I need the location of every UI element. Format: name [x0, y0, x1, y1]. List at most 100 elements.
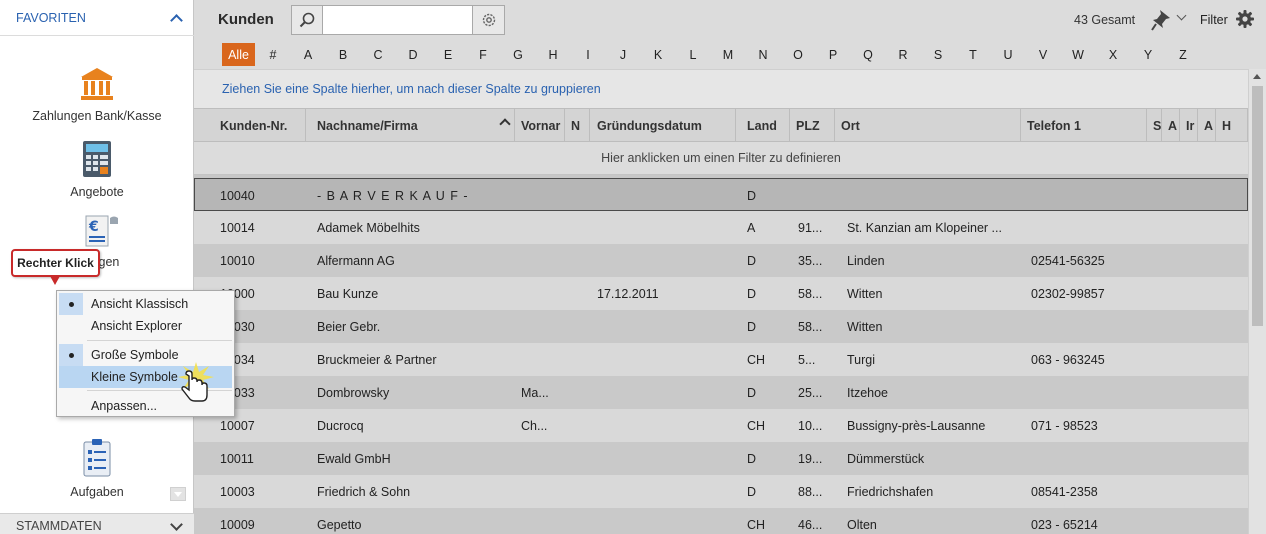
- page-title: Kunden: [218, 11, 274, 28]
- alphabet-filter-letter[interactable]: #: [259, 43, 287, 66]
- column-header[interactable]: S: [1147, 109, 1162, 142]
- toolbar: Kunden 43 Gesamt Filter: [194, 0, 1266, 40]
- alphabet-filter-letter[interactable]: G: [504, 43, 532, 66]
- alphabet-filter-letter[interactable]: I: [574, 43, 602, 66]
- context-menu-item[interactable]: Ansicht Explorer: [59, 315, 232, 337]
- column-header[interactable]: A: [1198, 109, 1216, 142]
- sort-ascending-icon[interactable]: [499, 118, 511, 130]
- column-header[interactable]: A: [1162, 109, 1180, 142]
- column-header[interactable]: Land: [741, 109, 790, 142]
- column-header[interactable]: Ir: [1180, 109, 1198, 142]
- column-header-label: H: [1222, 118, 1232, 133]
- column-header[interactable]: Gründungsdatum: [591, 109, 736, 142]
- bank-icon: [81, 68, 113, 100]
- sidebar-item-label: Angebote: [70, 185, 124, 199]
- alphabet-filter-letter[interactable]: O: [784, 43, 812, 66]
- cell-plz: 46...: [798, 517, 823, 532]
- stammdaten-section-header[interactable]: STAMMDATEN: [0, 513, 194, 534]
- sidebar-item-angebote[interactable]: Angebote: [0, 140, 194, 199]
- alphabet-filter-letter[interactable]: S: [924, 43, 952, 66]
- cell-land: CH: [747, 352, 766, 367]
- chevron-up-icon[interactable]: [171, 13, 181, 23]
- cell-plz: 25...: [798, 385, 823, 400]
- alphabet-filter-letter[interactable]: A: [294, 43, 322, 66]
- table-row[interactable]: 10010 Alfermann AG D 35... Linden 02541-56325: [194, 244, 1248, 277]
- search-input[interactable]: [324, 6, 472, 34]
- chevron-down-icon[interactable]: [171, 521, 181, 531]
- sidebar-item-label: Aufgaben: [70, 485, 124, 499]
- table-row[interactable]: 10007 Ducrocq Ch... CH 10... Bussigny-près-La…: [194, 409, 1248, 442]
- stammdaten-label: STAMMDATEN: [16, 519, 102, 533]
- alphabet-filter-letter[interactable]: B: [329, 43, 357, 66]
- column-header[interactable]: Kunden-Nr.: [214, 109, 306, 142]
- table-row-selected[interactable]: 10040 - B A R V E R K A U F - D: [194, 178, 1248, 211]
- cell-n: [571, 376, 591, 409]
- column-header[interactable]: H: [1216, 109, 1248, 142]
- table-row[interactable]: 10034 Bruckmeier & Partner CH 5... Turgi 063 …: [194, 343, 1248, 376]
- alphabet-filter-letter[interactable]: Z: [1169, 43, 1197, 66]
- filter-button[interactable]: Filter: [1200, 13, 1228, 27]
- cell-n: [571, 475, 591, 508]
- column-header[interactable]: Telefon 1: [1021, 109, 1147, 142]
- column-header[interactable]: PLZ: [790, 109, 835, 142]
- alphabet-filter-letter[interactable]: E: [434, 43, 462, 66]
- group-hint: Ziehen Sie eine Spalte hierher, um nach …: [222, 82, 601, 96]
- alphabet-filter-letter[interactable]: M: [714, 43, 742, 66]
- cell-plz: 88...: [798, 484, 823, 499]
- alphabet-filter-letter[interactable]: P: [819, 43, 847, 66]
- sidebar-item-aufgaben[interactable]: Aufgaben: [0, 438, 194, 499]
- alphabet-filter-letter[interactable]: T: [959, 43, 987, 66]
- alphabet-filter-letter[interactable]: N: [749, 43, 777, 66]
- alphabet-filter-letter[interactable]: Q: [854, 43, 882, 66]
- alphabet-filter-letter[interactable]: W: [1064, 43, 1092, 66]
- alphabet-filter-letter[interactable]: J: [609, 43, 637, 66]
- cell-name: Friedrich & Sohn: [317, 484, 411, 499]
- cell-kunden-nr: 10014: [220, 220, 255, 235]
- favorites-section-header[interactable]: FAVORITEN: [0, 0, 194, 36]
- column-header[interactable]: Ort: [835, 109, 1021, 142]
- context-menu-item[interactable]: Ansicht Klassisch: [59, 293, 232, 315]
- chevron-down-icon[interactable]: [1178, 14, 1186, 22]
- table-row[interactable]: 10011 Ewald GmbH D 19... Dümmerstück: [194, 442, 1248, 475]
- table-row[interactable]: 10000 Bau Kunze 17.12.2011 D 58... Witten 0230…: [194, 277, 1248, 310]
- alphabet-filter-letter[interactable]: F: [469, 43, 497, 66]
- column-header[interactable]: N: [565, 109, 590, 142]
- gear-icon[interactable]: [1236, 10, 1254, 28]
- table-row[interactable]: 10003 Friedrich & Sohn D 88... Friedrichshaf…: [194, 475, 1248, 508]
- cell-ort: Linden: [847, 253, 885, 268]
- search-button[interactable]: [292, 6, 323, 34]
- alphabet-filter-letter[interactable]: L: [679, 43, 707, 66]
- cell-kunden-nr: 10010: [220, 253, 255, 268]
- alphabet-filter-all[interactable]: Alle: [222, 43, 255, 66]
- cell-name: Gepetto: [317, 517, 362, 532]
- table-row[interactable]: 10033 Dombrowsky Ma... D 25... Itzehoe: [194, 376, 1248, 409]
- alphabet-filter-letter[interactable]: X: [1099, 43, 1127, 66]
- scroll-thumb[interactable]: [1252, 86, 1263, 326]
- menu-divider: [87, 340, 232, 341]
- total-count: 43 Gesamt: [1074, 13, 1136, 27]
- radio-dot-icon: [59, 293, 83, 315]
- table-row[interactable]: 10014 Adamek Möbelhits A 91... St. Kanzian a…: [194, 211, 1248, 244]
- table-row[interactable]: 10009 Gepetto CH 46... Olten 023 - 65214: [194, 508, 1248, 534]
- sidebar-overflow-button[interactable]: [170, 487, 186, 501]
- table-row[interactable]: 10030 Beier Gebr. D 58... Witten: [194, 310, 1248, 343]
- cell-kunden-nr: 10011: [220, 451, 254, 466]
- alphabet-filter-letter[interactable]: C: [364, 43, 392, 66]
- vertical-scrollbar[interactable]: [1248, 69, 1266, 534]
- group-by-area[interactable]: Ziehen Sie eine Spalte hierher, um nach …: [194, 69, 1248, 108]
- alphabet-filter-letter[interactable]: K: [644, 43, 672, 66]
- alphabet-filter-letter[interactable]: U: [994, 43, 1022, 66]
- alphabet-filter-letter[interactable]: Y: [1134, 43, 1162, 66]
- alphabet-filter-letter[interactable]: V: [1029, 43, 1057, 66]
- scroll-up-icon[interactable]: [1253, 74, 1261, 79]
- pin-icon[interactable]: [1151, 9, 1171, 31]
- sidebar-item-zahlungen[interactable]: Zahlungen Bank/Kasse: [0, 66, 194, 123]
- filter-row[interactable]: Hier anklicken um einen Filter zu defini…: [194, 142, 1248, 175]
- column-header[interactable]: Nachname/Firma: [311, 109, 515, 142]
- cell-land: CH: [747, 418, 766, 433]
- alphabet-filter-letter[interactable]: R: [889, 43, 917, 66]
- alphabet-filter-letter[interactable]: H: [539, 43, 567, 66]
- alphabet-filter-letter[interactable]: D: [399, 43, 427, 66]
- column-header[interactable]: Vornar: [515, 109, 565, 142]
- search-settings-button[interactable]: [472, 6, 504, 34]
